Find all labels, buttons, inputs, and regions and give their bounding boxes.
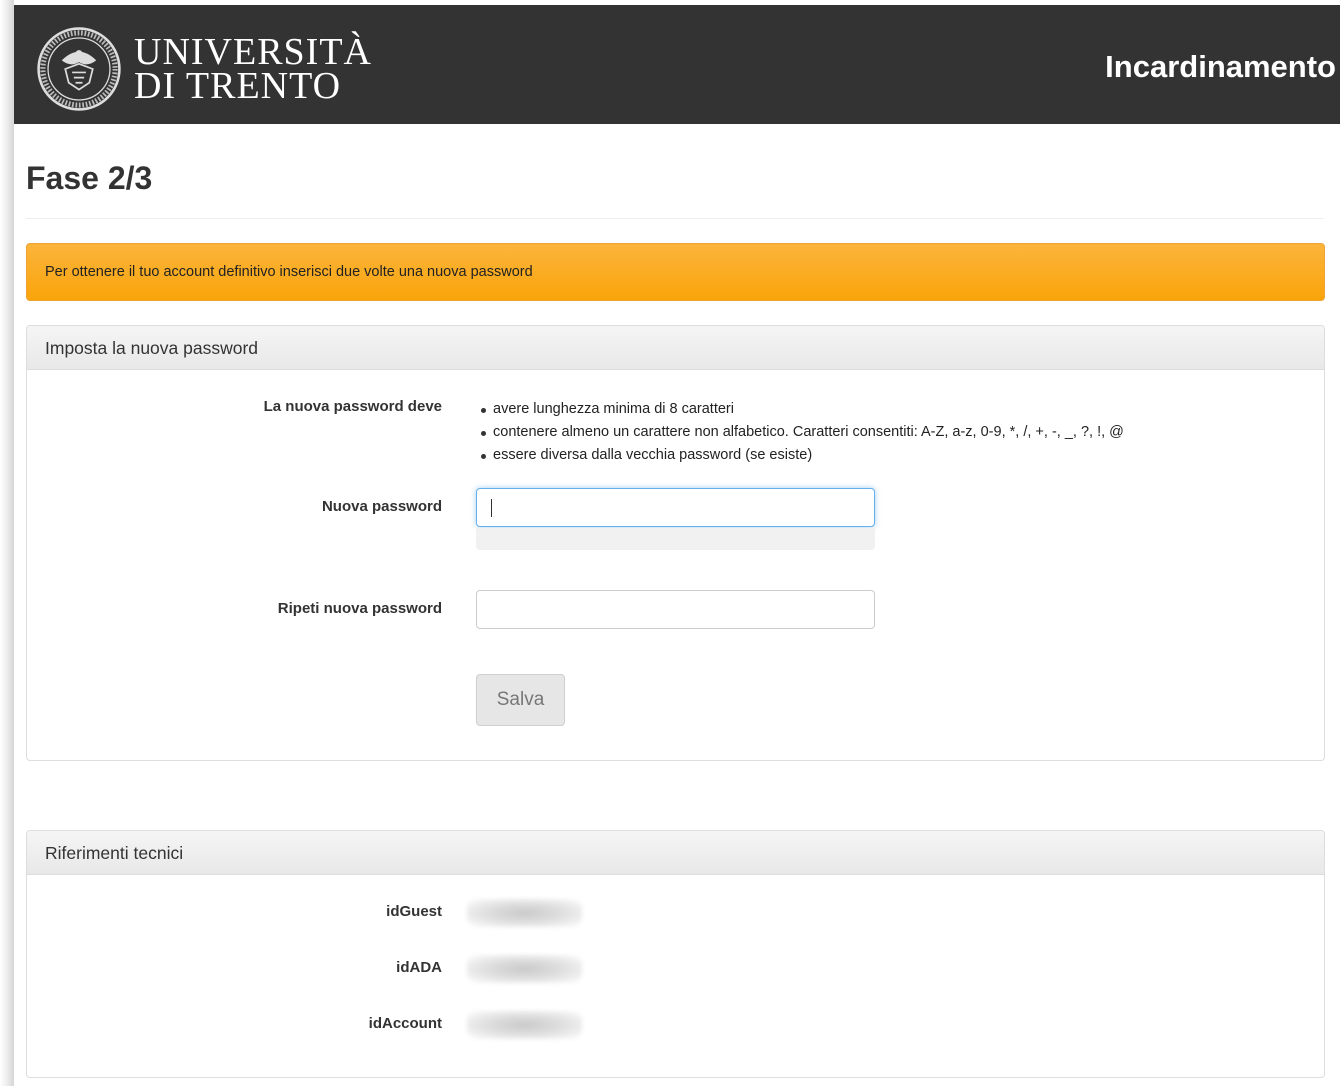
technical-references-heading: Riferimenti tecnici <box>27 831 1324 875</box>
app-title: Incardinamento <box>1105 49 1336 84</box>
password-rule: avere lunghezza minima di 8 caratteri <box>479 398 1124 421</box>
new-password-input[interactable] <box>476 488 875 527</box>
new-password-label: Nuova password <box>321 498 442 515</box>
university-seal-icon <box>37 27 121 111</box>
password-strength-bar <box>476 528 875 550</box>
repeat-password-label: Ripeti nuova password <box>277 600 442 617</box>
info-alert: Per ottenere il tuo account definitivo i… <box>26 243 1325 301</box>
id-guest-label: idGuest <box>386 903 442 920</box>
text-caret <box>491 499 492 517</box>
university-name: UNIVERSITÀ DI TRENTO <box>134 31 372 107</box>
password-rule: essere diversa dalla vecchia password (s… <box>479 444 1124 467</box>
university-name-line1: UNIVERSITÀ <box>134 31 372 73</box>
university-name-line2: DI TRENTO <box>134 65 342 107</box>
id-account-value-redacted <box>467 1011 582 1039</box>
password-panel-heading: Imposta la nuova password <box>27 326 1324 370</box>
rules-label: La nuova password deve <box>263 398 442 415</box>
id-account-label: idAccount <box>368 1015 442 1032</box>
info-alert-text: Per ottenere il tuo account definitivo i… <box>45 264 533 280</box>
id-guest-value-redacted <box>467 899 582 927</box>
university-logo-link[interactable]: UNIVERSITÀ DI TRENTO <box>36 23 376 115</box>
id-ada-label: idADA <box>396 959 442 976</box>
repeat-password-input[interactable] <box>476 590 875 629</box>
save-button[interactable]: Salva <box>476 674 565 726</box>
header-bar: UNIVERSITÀ DI TRENTO Incardinamento <box>14 5 1340 124</box>
password-panel: Imposta la nuova password La nuova passw… <box>26 325 1325 761</box>
page-title: Fase 2/3 <box>26 160 153 196</box>
page: UNIVERSITÀ DI TRENTO Incardinamento Fase… <box>14 0 1340 1086</box>
technical-references-panel: Riferimenti tecnici idGuest idADA idAcco… <box>26 830 1325 1078</box>
password-rule: contenere almeno un carattere non alfabe… <box>479 421 1124 444</box>
title-divider <box>26 218 1324 219</box>
id-ada-value-redacted <box>467 955 582 983</box>
password-rules-list: avere lunghezza minima di 8 caratteri co… <box>479 398 1124 467</box>
window-shadow <box>0 0 14 1086</box>
